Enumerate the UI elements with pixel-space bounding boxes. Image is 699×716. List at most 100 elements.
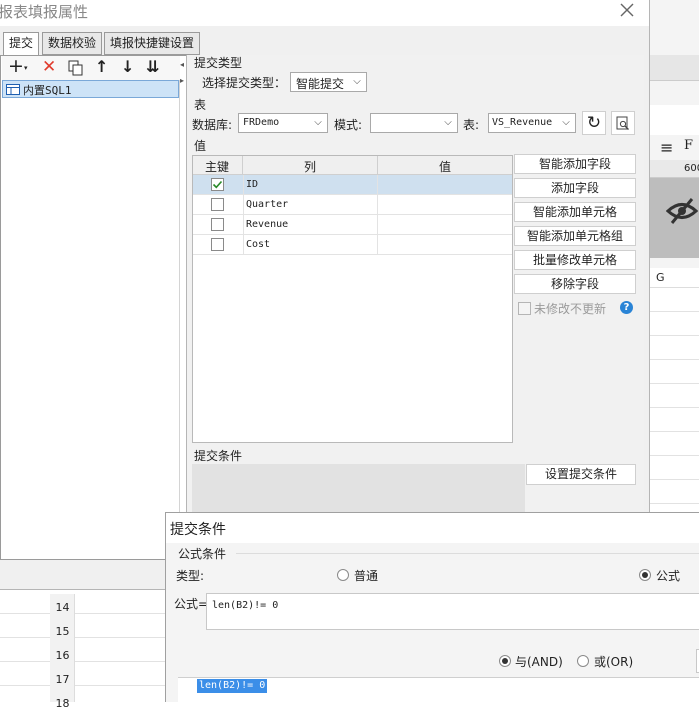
table-row[interactable]: Cost (193, 235, 512, 255)
align-icon[interactable]: ≡ (660, 138, 673, 157)
sub-dialog-titlebar: 提交条件 (166, 513, 699, 543)
move-up-icon[interactable]: ↑ (95, 57, 108, 76)
type-formula-radio[interactable] (639, 569, 651, 581)
primary-key-checkbox[interactable] (211, 178, 224, 191)
sub-dialog-title: 提交条件 (170, 522, 226, 538)
refresh-button[interactable]: ↻ (582, 111, 606, 135)
preview-search-icon (616, 116, 629, 130)
database-label: 数据库: (192, 118, 233, 132)
chevron-down-icon: ⌵ (562, 117, 570, 128)
batch-modify-cell-button[interactable]: 批量修改单元格 (514, 250, 636, 270)
bg-ribbon (650, 105, 699, 135)
sql-list: 内置SQL1 (2, 80, 180, 559)
primary-key-checkbox[interactable] (211, 238, 224, 251)
chevron-down-icon: ⌵ (314, 117, 322, 128)
condition-list: len(B2)!= 0 (178, 677, 699, 703)
smart-add-cell-group-button[interactable]: 智能添加单元格组 (514, 226, 636, 246)
database-table-icon (6, 84, 20, 95)
header-primary-key[interactable]: 主键 (193, 158, 241, 175)
formula-input[interactable]: len(B2)!= 0 (206, 593, 699, 630)
type-normal-label: 普通 (354, 569, 379, 583)
type-normal-radio[interactable] (337, 569, 349, 581)
list-item-label: 内置SQL1 (23, 84, 72, 97)
value-cell[interactable] (377, 235, 512, 255)
row-number: 17 (55, 673, 70, 686)
database-select[interactable]: FRDemo ⌵ (238, 113, 328, 133)
no-update-checkbox[interactable] (518, 302, 531, 315)
value-cell[interactable] (377, 175, 512, 195)
formula-label: 公式= (174, 597, 209, 611)
column-cell[interactable]: ID (243, 175, 377, 195)
row-number: 14 (55, 601, 70, 614)
no-update-label: 未修改不更新 (534, 302, 607, 316)
bg-toolbar-strip (650, 55, 699, 81)
type-formula-label: 公式 (656, 569, 681, 583)
bg-grid-bottom (0, 590, 170, 702)
formula-condition-heading: 公式条件 (178, 547, 227, 561)
join-and-label: 与(AND) (515, 655, 563, 669)
header-column[interactable]: 列 (243, 158, 377, 175)
left-toolbar: + ▾ ✕ ↑ ↓ ⇊ (2, 55, 180, 80)
schema-label: 模式: (334, 118, 363, 132)
splitter-arrow-icon[interactable]: ◂ (180, 60, 184, 69)
smart-add-cell-button[interactable]: 智能添加单元格 (514, 202, 636, 222)
tab-submit[interactable]: 提交 (3, 32, 40, 56)
join-or-radio[interactable] (577, 655, 589, 667)
remove-field-button[interactable]: 移除字段 (514, 274, 636, 294)
copy-icon[interactable] (68, 60, 84, 76)
table-select[interactable]: VS_Revenue ⌵ (488, 113, 576, 133)
refresh-icon: ↻ (586, 113, 602, 133)
join-or-label: 或(OR) (594, 655, 634, 669)
delete-icon[interactable]: ✕ (42, 57, 56, 77)
list-item[interactable]: 内置SQL1 (2, 80, 179, 98)
chevron-down-icon: ⌵ (353, 76, 361, 87)
table-row[interactable]: Revenue (193, 215, 512, 235)
bg-ruler: 600 (650, 160, 699, 178)
bg-cell-header: G (650, 268, 699, 288)
column-letter: G (656, 271, 665, 284)
row-number: 15 (55, 625, 70, 638)
chevron-down-icon: ⌵ (444, 117, 452, 128)
add-field-button[interactable]: 添加字段 (514, 178, 636, 198)
splitter-arrow-icon[interactable]: ▸ (180, 76, 184, 85)
font-label: F (684, 138, 694, 153)
table-row[interactable]: ID (193, 175, 512, 195)
value-cell[interactable] (377, 195, 512, 215)
preview-button[interactable] (611, 111, 635, 135)
primary-key-checkbox[interactable] (211, 218, 224, 231)
column-cell[interactable]: Revenue (243, 215, 377, 235)
table-label: 表: (463, 118, 480, 132)
dialog-title: 报表填报属性 (0, 3, 89, 21)
join-and-radio[interactable] (499, 655, 511, 667)
checkmark-icon (212, 180, 223, 189)
submit-type-label: 选择提交类型： (202, 76, 287, 90)
column-cell[interactable]: Cost (243, 235, 377, 255)
ruler-value: 600 (684, 163, 699, 174)
database-value: FRDemo (243, 117, 280, 128)
help-icon[interactable]: ? (620, 301, 633, 314)
close-icon[interactable] (620, 3, 634, 17)
table-value: VS_Revenue (492, 117, 553, 128)
schema-select[interactable]: ⌵ (370, 113, 458, 133)
condition-heading: 提交条件 (194, 449, 243, 463)
group-divider (236, 553, 699, 554)
move-down-icon[interactable]: ↓ (121, 57, 134, 76)
smart-add-field-button[interactable]: 智能添加字段 (514, 154, 636, 174)
value-cell[interactable] (377, 215, 512, 235)
tab-shortcut-settings[interactable]: 填报快捷键设置 (104, 32, 201, 55)
add-icon[interactable]: + (8, 55, 24, 77)
tab-data-validation[interactable]: 数据校验 (42, 32, 103, 55)
chevron-down-icon[interactable]: ▾ (24, 64, 28, 72)
header-value[interactable]: 值 (378, 158, 512, 175)
bg-grid-right (650, 288, 699, 512)
primary-key-checkbox[interactable] (211, 198, 224, 211)
column-cell[interactable]: Quarter (243, 195, 377, 215)
table-heading: 表 (194, 98, 207, 112)
table-row[interactable]: Quarter (193, 195, 512, 215)
submit-type-select[interactable]: 智能提交 ⌵ (290, 72, 367, 92)
move-bottom-icon[interactable]: ⇊ (146, 57, 159, 76)
condition-list-item[interactable]: len(B2)!= 0 (197, 679, 268, 693)
submit-type-heading: 提交类型 (194, 56, 243, 70)
formula-text: len(B2)!= 0 (212, 600, 279, 611)
set-condition-button[interactable]: 设置提交条件 (526, 464, 636, 485)
